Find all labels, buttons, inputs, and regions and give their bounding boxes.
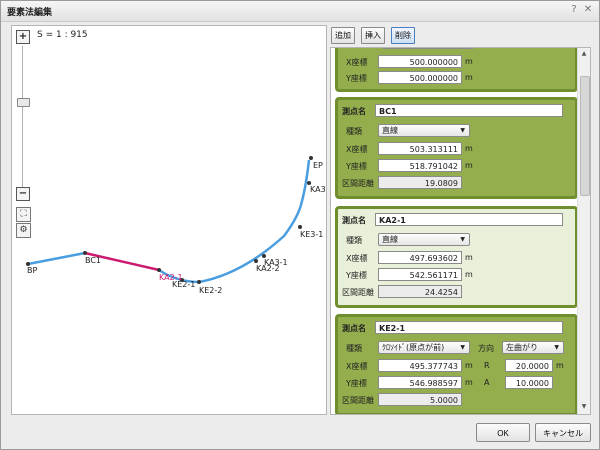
- help-icon[interactable]: ?: [567, 3, 581, 17]
- scroll-thumb[interactable]: [580, 76, 590, 196]
- distance-value: 24.4254: [378, 285, 462, 298]
- window-title: 要素法編集: [7, 8, 53, 18]
- name-input[interactable]: KA2-1: [375, 213, 563, 226]
- point-marker: [83, 251, 87, 255]
- distance-value: 5.0000: [378, 393, 462, 406]
- scroll-up-icon[interactable]: ▲: [580, 49, 588, 59]
- unit-label: m: [465, 270, 473, 279]
- name-input[interactable]: BC1: [375, 104, 563, 117]
- point-card[interactable]: 測点名 KE2-1 種類 ｸﾛｿｲﾄﾞ(原点が前) ▼ 方向 左曲がり ▼ X座標 …: [335, 314, 578, 414]
- type-select[interactable]: 直線 ▼: [378, 233, 470, 246]
- close-icon[interactable]: ✕: [581, 3, 595, 17]
- y-label: Y座標: [346, 74, 367, 83]
- name-input[interactable]: KE2-1: [375, 321, 563, 334]
- point-card[interactable]: 測点名 BC1 種類 直線 ▼ X座標 503.313111 m Y座標 518.…: [335, 97, 578, 199]
- point-marker: [254, 259, 258, 263]
- distance-label: 区間距離: [342, 396, 374, 405]
- x-label: X座標: [346, 58, 368, 67]
- direction-label: 方向: [478, 344, 494, 353]
- route-line-start: [27, 251, 86, 266]
- title-bar: 要素法編集 ? ✕: [1, 1, 599, 22]
- unit-label: m: [465, 361, 473, 370]
- point-label: EP: [313, 161, 323, 170]
- type-value: ｸﾛｿｲﾄﾞ(原点が前): [382, 343, 445, 352]
- route-map[interactable]: BP BC1 KA2-1 KE2-1 KE2-2 KA2-2 KA3-1 KE3…: [12, 26, 326, 414]
- direction-value: 左曲がり: [506, 343, 538, 352]
- type-label: 種類: [346, 127, 362, 136]
- y-input[interactable]: 542.561171: [378, 268, 462, 281]
- radius-label: R: [484, 361, 490, 370]
- point-label: KA3: [310, 185, 326, 194]
- name-field-partial[interactable]: [383, 48, 473, 49]
- parameter-a-input[interactable]: 10.0000: [505, 376, 553, 389]
- add-button[interactable]: 追加: [331, 27, 355, 44]
- insert-button[interactable]: 挿入: [361, 27, 385, 44]
- cancel-button[interactable]: キャンセル: [535, 423, 591, 442]
- name-label: 測点名: [342, 107, 366, 116]
- unit-label: m: [465, 161, 473, 170]
- point-marker: [309, 156, 313, 160]
- chevron-down-icon: ▼: [460, 344, 465, 351]
- point-label: KE3-1: [300, 230, 323, 239]
- y-input[interactable]: 546.988597: [378, 376, 462, 389]
- type-value: 直線: [382, 126, 398, 135]
- y-label: Y座標: [346, 379, 367, 388]
- unit-label: m: [556, 361, 564, 370]
- unit-label: m: [465, 253, 473, 262]
- chevron-down-icon: ▼: [460, 236, 465, 243]
- name-label: 測点名: [342, 324, 366, 333]
- radius-input[interactable]: 20.0000: [505, 359, 553, 372]
- point-label: KE2-1: [172, 280, 195, 289]
- chevron-down-icon: ▼: [460, 127, 465, 134]
- direction-select[interactable]: 左曲がり ▼: [502, 341, 564, 354]
- point-label: BC1: [85, 256, 101, 265]
- list-scrollbar[interactable]: ▲ ▼: [577, 48, 590, 414]
- chevron-down-icon: ▼: [554, 344, 559, 351]
- unit-label: m: [465, 144, 473, 153]
- x-label: X座標: [346, 362, 368, 371]
- type-label: 種類: [346, 236, 362, 245]
- type-select[interactable]: ｸﾛｿｲﾄﾞ(原点が前) ▼: [378, 341, 470, 354]
- unit-label: m: [465, 57, 473, 66]
- point-list-panel[interactable]: X座標 500.000000 m Y座標 500.000000 m 測点名 BC…: [330, 47, 591, 415]
- point-label: BP: [27, 266, 37, 275]
- delete-button[interactable]: 削除: [391, 27, 415, 44]
- distance-value: 19.0809: [378, 176, 462, 189]
- name-label: 測点名: [342, 216, 366, 225]
- y-input[interactable]: 518.791042: [378, 159, 462, 172]
- point-marker: [197, 280, 201, 284]
- type-select[interactable]: 直線 ▼: [378, 124, 470, 137]
- point-marker: [298, 225, 302, 229]
- point-label: KE2-2: [199, 286, 222, 295]
- point-card[interactable]: X座標 500.000000 m Y座標 500.000000 m: [335, 48, 578, 92]
- point-label: KA3-1: [264, 258, 288, 267]
- x-input[interactable]: 497.693602: [378, 251, 462, 264]
- unit-label: m: [465, 378, 473, 387]
- x-label: X座標: [346, 254, 368, 263]
- x-input[interactable]: 500.000000: [378, 55, 462, 68]
- distance-label: 区間距離: [342, 179, 374, 188]
- y-input[interactable]: 500.000000: [378, 71, 462, 84]
- dialog-window: 要素法編集 ? ✕ + S = 1 : 915 − ⛶ ⚙ BP BC1 KA2…: [0, 0, 600, 450]
- ok-button[interactable]: OK: [476, 423, 530, 442]
- x-input[interactable]: 503.313111: [378, 142, 462, 155]
- distance-label: 区間距離: [342, 288, 374, 297]
- y-label: Y座標: [346, 271, 367, 280]
- type-label: 種類: [346, 344, 362, 353]
- scroll-down-icon[interactable]: ▼: [580, 402, 588, 412]
- point-card[interactable]: 測点名 KA2-1 種類 直線 ▼ X座標 497.693602 m Y座標 54…: [335, 206, 578, 308]
- point-marker: [157, 268, 161, 272]
- parameter-a-label: A: [484, 378, 490, 387]
- type-value: 直線: [382, 235, 398, 244]
- map-panel[interactable]: + S = 1 : 915 − ⛶ ⚙ BP BC1 KA2-1 KE2-1 K…: [11, 25, 327, 415]
- x-label: X座標: [346, 145, 368, 154]
- unit-label: m: [465, 73, 473, 82]
- y-label: Y座標: [346, 162, 367, 171]
- x-input[interactable]: 495.377743: [378, 359, 462, 372]
